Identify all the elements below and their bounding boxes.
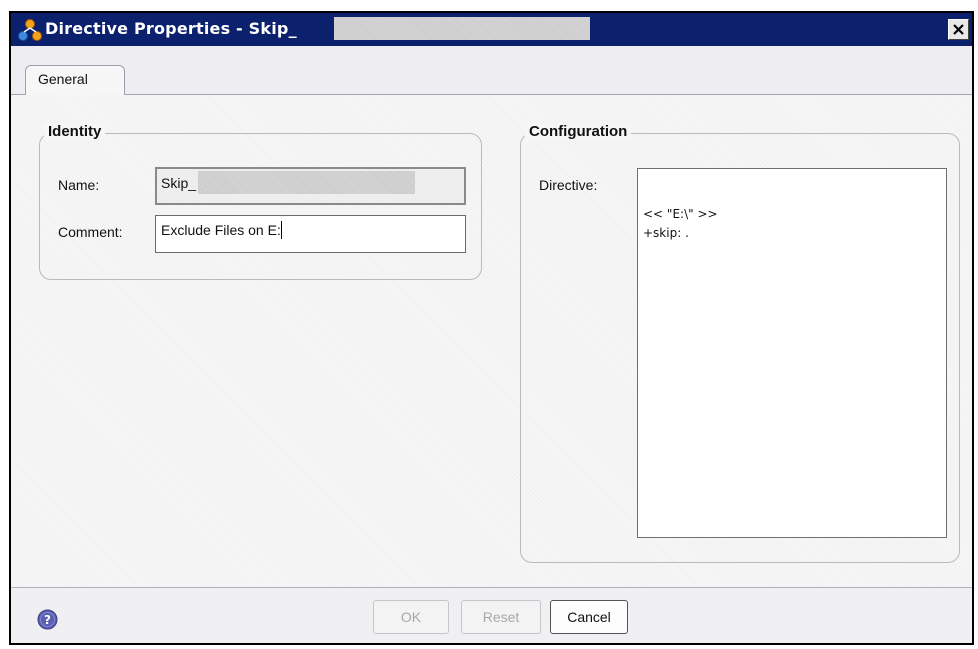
content-panel: Identity Name: Skip_ Comment: Exclude Fi…	[11, 95, 972, 587]
cancel-button-label: Cancel	[567, 609, 611, 625]
tab-general-label: General	[38, 71, 88, 87]
directive-line: +skip: .	[643, 226, 689, 240]
comment-value: Exclude Files on E:	[161, 222, 281, 238]
directive-app-icon	[18, 19, 42, 41]
identity-group: Identity Name: Skip_ Comment: Exclude Fi…	[39, 123, 482, 280]
name-label: Name:	[58, 177, 100, 193]
name-value: Skip_	[161, 175, 197, 191]
ok-button-label: OK	[400, 609, 422, 625]
window-title: Directive Properties - Skip_	[45, 19, 297, 38]
directive-label: Directive:	[539, 177, 598, 193]
help-icon[interactable]: ?	[37, 609, 58, 630]
redacted-title-block	[334, 17, 590, 40]
cancel-button[interactable]: Cancel	[550, 600, 628, 634]
reset-button-label: Reset	[482, 609, 520, 625]
comment-field[interactable]: Exclude Files on E:	[155, 215, 466, 253]
directive-properties-dialog: Directive Properties - Skip_ General Ide…	[9, 11, 974, 645]
name-field[interactable]: Skip_	[155, 167, 466, 205]
close-button[interactable]	[948, 19, 969, 40]
svg-text:?: ?	[44, 613, 51, 627]
reset-button[interactable]: Reset	[461, 600, 541, 634]
title-bar[interactable]: Directive Properties - Skip_	[11, 13, 972, 46]
close-icon	[953, 24, 964, 35]
identity-group-title: Identity	[44, 123, 106, 140]
directive-textarea[interactable]: << "E:\" >> +skip: .	[637, 168, 947, 538]
tab-strip	[11, 46, 972, 96]
text-caret	[280, 221, 282, 239]
comment-label: Comment:	[58, 224, 123, 240]
tab-general[interactable]: General	[25, 65, 125, 95]
configuration-group: Configuration Directive: << "E:\" >> +sk…	[520, 123, 960, 563]
redacted-name-block	[198, 171, 416, 194]
configuration-group-title: Configuration	[525, 123, 632, 140]
ok-button[interactable]: OK	[373, 600, 449, 634]
button-bar: ? OK Reset Cancel	[11, 587, 972, 643]
directive-line: << "E:\" >>	[643, 207, 718, 221]
